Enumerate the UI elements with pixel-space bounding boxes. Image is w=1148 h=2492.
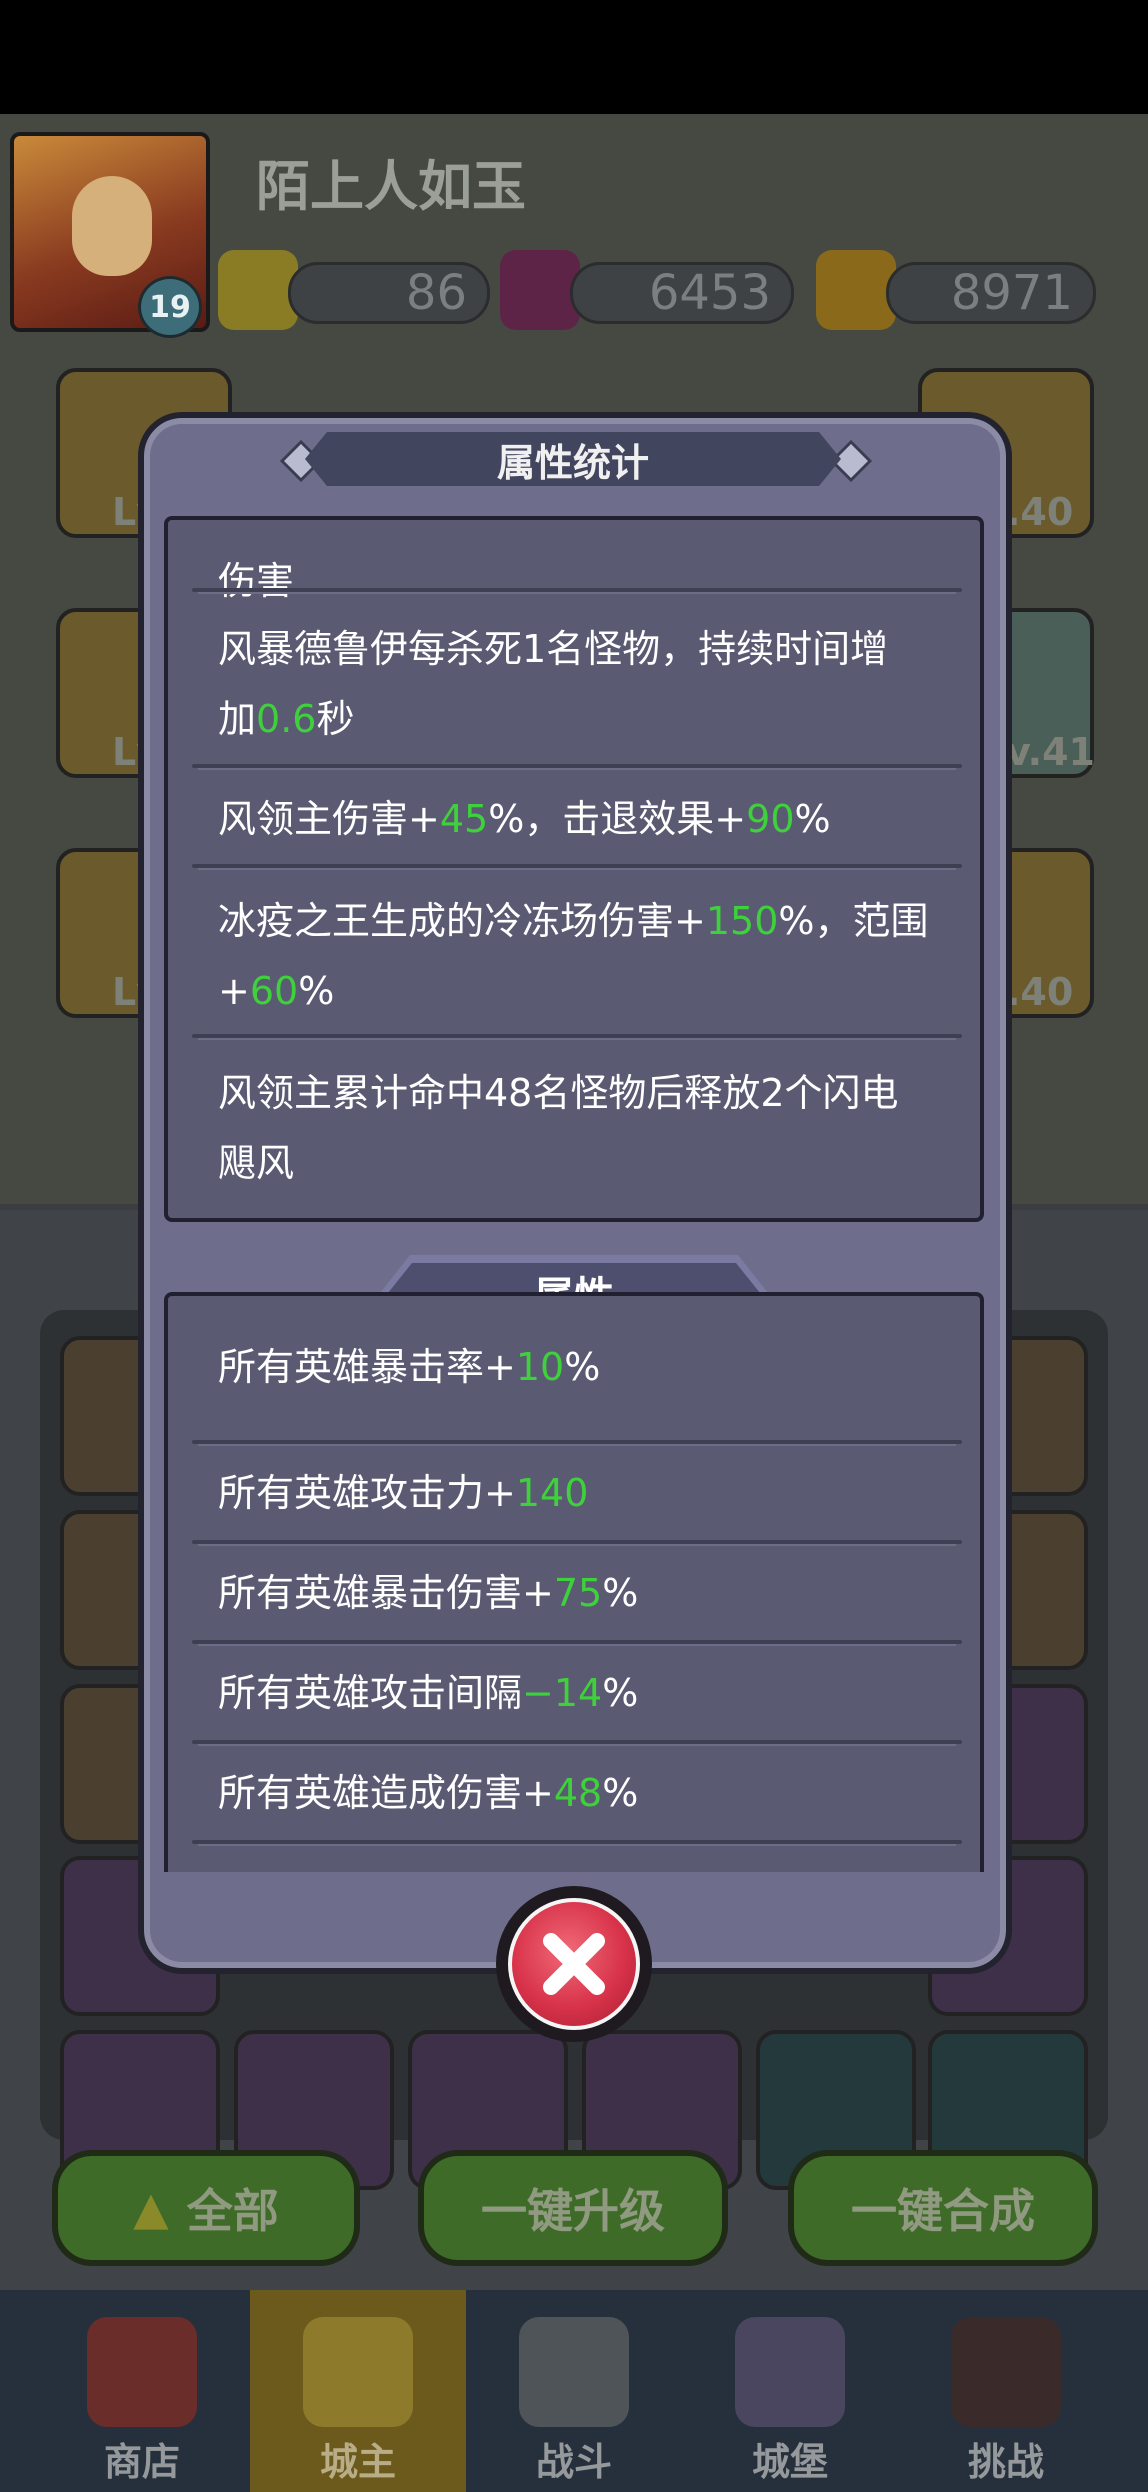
filter-all-label: 全部 [186, 2184, 279, 2238]
level-badge: 19 [138, 276, 202, 338]
row-divider [192, 1740, 962, 1746]
nav-tab-label: 战斗 [535, 2440, 612, 2484]
crossed-swords-icon [519, 2317, 629, 2427]
highlight-value: 48 [553, 1771, 603, 1815]
bottom-nav: 商店 城主 战斗 城堡 挑战 [0, 2290, 1148, 2492]
text-segment: % [602, 1671, 639, 1715]
demon-mask-icon [951, 2317, 1061, 2427]
text-segment: 秒 [316, 697, 355, 741]
row-divider [192, 1540, 962, 1546]
text-segment: %，击退效果+ [488, 797, 747, 841]
card-level-label: .40 [1006, 490, 1074, 534]
text-segment: + [218, 969, 250, 1013]
player-name: 陌上人如玉 [256, 155, 526, 218]
upgrade-label: 一键升级 [481, 2184, 665, 2238]
highlight-value: 75 [553, 1571, 603, 1615]
text-segment: 风领主累计命中48名怪物后释放2个闪电 [218, 1071, 899, 1115]
stat-row-5-line2: 飓风 [218, 1128, 294, 1198]
attribute-row-2: 所有英雄攻击力+140 [218, 1458, 588, 1528]
row-divider [192, 1034, 962, 1040]
text-segment: 所有英雄暴击率+ [218, 1345, 516, 1389]
attribute-row-4: 所有英雄攻击间隔−14% [218, 1658, 638, 1728]
attributes-list-panel[interactable]: 所有英雄暴击率+10% 所有英雄攻击力+140 所有英雄暴击伤害+75% 所有英… [164, 1292, 984, 1872]
highlight-value: 10 [515, 1345, 565, 1389]
crown-icon [303, 2317, 413, 2427]
text-segment: 所有英雄暴击伤害+ [218, 1571, 554, 1615]
highlight-value: 0.6 [256, 697, 317, 741]
filter-all-button[interactable]: ▲ 全部 [52, 2150, 360, 2266]
merge-label: 一键合成 [851, 2184, 1035, 2238]
attribute-row-5: 所有英雄造成伤害+48% [218, 1758, 638, 1828]
stat-row-4-line1: 冰疫之王生成的冷冻场伤害+150%，范围 [218, 886, 928, 956]
text-segment: 风领主伤害+ [218, 797, 440, 841]
resource-gold-coin: 8971 [886, 262, 1096, 324]
row-divider [192, 1640, 962, 1646]
nav-tab-label: 商店 [103, 2440, 180, 2484]
nav-tab-shop[interactable]: 商店 [34, 2290, 250, 2492]
text-segment: 冰疫之王生成的冷冻场伤害+ [218, 899, 706, 943]
castle-icon [735, 2317, 845, 2427]
modal-title: 属性统计 [305, 432, 841, 486]
stat-row-5-line1: 风领主累计命中48名怪物后释放2个闪电 [218, 1058, 899, 1128]
text-segment: 加 [218, 697, 257, 741]
stat-row-2-line2: 加0.6秒 [218, 684, 354, 754]
row-divider [192, 864, 962, 870]
text-segment: 伤害 [218, 559, 295, 603]
row-divider [192, 1440, 962, 1446]
resource-purple-gem: 6453 [570, 262, 794, 324]
text-segment: 风暴德鲁伊每杀死1名怪物，持续时间增 [218, 627, 889, 671]
stats-list-panel[interactable]: 伤害 风暴德鲁伊每杀死1名怪物，持续时间增 加0.6秒 风领主伤害+45%，击退… [164, 516, 984, 1222]
text-segment: 所有英雄造成伤害+ [218, 1771, 554, 1815]
triangle-icon: ▲ [133, 2181, 169, 2235]
close-x-icon [543, 1933, 605, 1995]
stat-row-3: 风领主伤害+45%，击退效果+90% [218, 784, 831, 854]
text-segment: % [602, 1771, 639, 1815]
status-bar [0, 0, 1148, 114]
highlight-value: −14 [522, 1671, 603, 1715]
text-segment: % [602, 1571, 639, 1615]
gold-gem-plus-icon[interactable] [218, 250, 298, 330]
gold-coin-plus-icon[interactable] [816, 250, 896, 330]
attribute-row-1: 所有英雄暴击率+10% [218, 1332, 600, 1402]
card-level-label: .40 [1006, 970, 1074, 1014]
row-divider [192, 764, 962, 770]
nav-tab-challenge[interactable]: 挑战 [898, 2290, 1114, 2492]
nav-tab-label: 挑战 [967, 2440, 1044, 2484]
nav-tab-castle[interactable]: 城堡 [682, 2290, 898, 2492]
text-segment: % [564, 1345, 601, 1389]
highlight-value: 90 [746, 797, 795, 841]
highlight-value: 60 [249, 969, 299, 1013]
row-divider [192, 1840, 962, 1846]
stat-row-4-line2: +60% [218, 956, 334, 1026]
text-segment: 所有英雄攻击力+ [218, 1471, 516, 1515]
text-segment: %，范围 [778, 899, 929, 943]
one-key-upgrade-button[interactable]: 一键升级 [418, 2150, 728, 2266]
nav-tab-label: 城主 [319, 2440, 396, 2484]
text-segment: % [794, 797, 831, 841]
nav-tab-battle[interactable]: 战斗 [466, 2290, 682, 2492]
card-level-label: v.41 [1006, 730, 1095, 774]
avatar-face [72, 176, 152, 276]
stat-row-1: 伤害 [218, 546, 294, 616]
close-button[interactable] [496, 1886, 652, 2042]
highlight-value: 45 [439, 797, 489, 841]
text-segment: 飓风 [218, 1141, 295, 1185]
text-segment: % [298, 969, 335, 1013]
attribute-row-3: 所有英雄暴击伤害+75% [218, 1558, 638, 1628]
text-segment: 所有英雄攻击间隔 [218, 1671, 523, 1715]
highlight-value: 150 [705, 899, 779, 943]
stat-row-2-line1: 风暴德鲁伊每杀死1名怪物，持续时间增 [218, 614, 888, 684]
row-divider [192, 588, 962, 594]
one-key-merge-button[interactable]: 一键合成 [788, 2150, 1098, 2266]
highlight-value: 140 [515, 1471, 589, 1515]
shop-icon [87, 2317, 197, 2427]
nav-tab-label: 城堡 [751, 2440, 828, 2484]
resource-gold-gem: 86 [288, 262, 490, 324]
close-button-face [508, 1898, 640, 2030]
nav-tab-lord[interactable]: 城主 [250, 2290, 466, 2492]
purple-gem-plus-icon[interactable] [500, 250, 580, 330]
